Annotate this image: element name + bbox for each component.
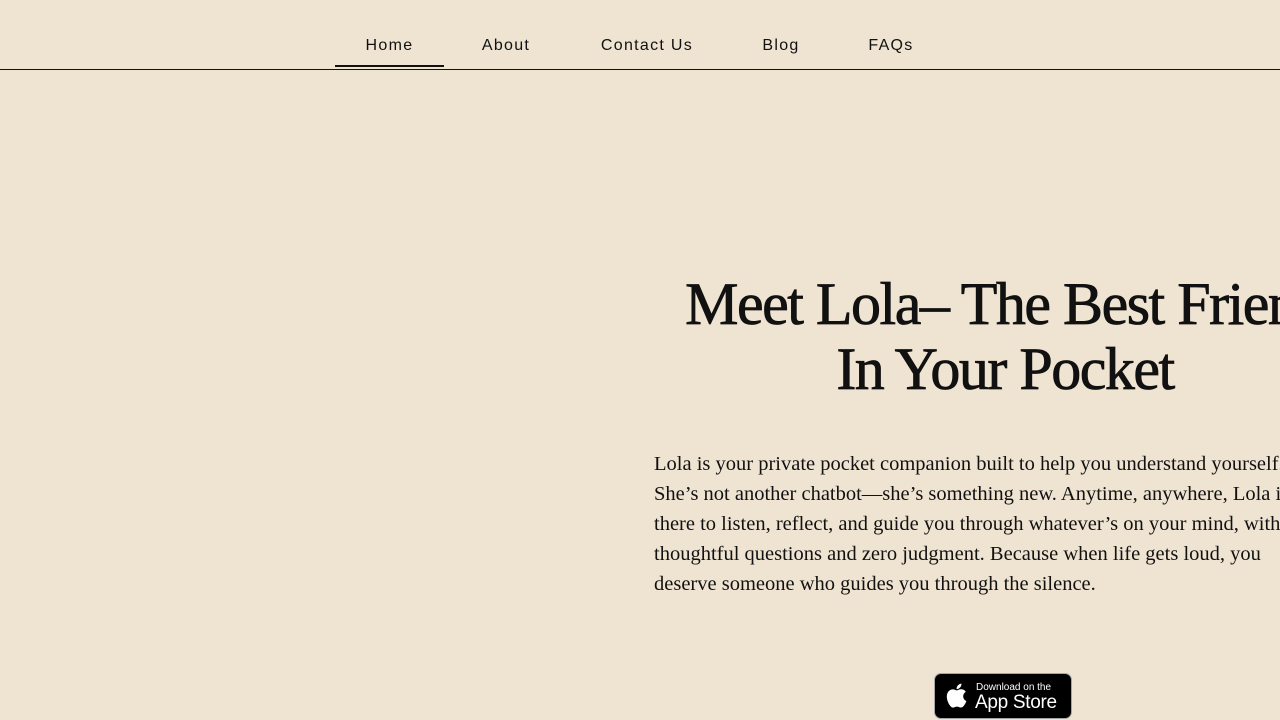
top-navigation: Home About Contact Us Blog FAQs [0, 0, 1280, 70]
app-store-download-button[interactable]: Download on the App Store [934, 673, 1072, 719]
nav-link-about[interactable]: About [470, 0, 542, 67]
hero-description-line: She’s not another chatbot—she’s somethin… [654, 483, 1280, 505]
app-store-big-text: App Store [975, 692, 1057, 713]
nav-link-faqs[interactable]: FAQs [860, 0, 922, 67]
hero-description-line: there to listen, reflect, and guide you … [654, 513, 1280, 535]
nav-link-contact-us[interactable]: Contact Us [590, 0, 704, 67]
hero-title-line-2: In Your Pocket [836, 336, 1176, 402]
hero-title: Meet Lola– The Best Friend In Your Pocke… [600, 271, 1280, 402]
apple-icon [946, 683, 967, 708]
nav-link-home[interactable]: Home [335, 0, 444, 67]
hero-title-line-1: Meet Lola– The Best Friend [685, 271, 1280, 337]
hero-description-line: thoughtful questions and zero judgment. … [654, 543, 1261, 565]
hero-description-line: deserve someone who guides you through t… [654, 573, 1096, 595]
nav-link-blog[interactable]: Blog [752, 0, 810, 67]
hero-description: Lola is your private pocket companion bu… [654, 449, 1280, 599]
hero-description-line: Lola is your private pocket companion bu… [654, 453, 1280, 475]
